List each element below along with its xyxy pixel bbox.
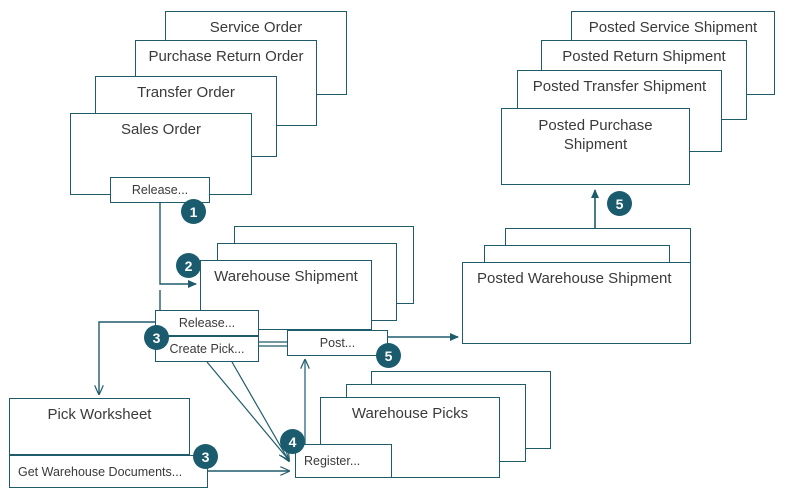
- node-posted-purchase-shipment[interactable]: Posted Purchase Shipment: [501, 108, 690, 185]
- get-warehouse-documents-button[interactable]: Get Warehouse Documents...: [9, 455, 208, 488]
- node-posted-warehouse-shipment[interactable]: Posted Warehouse Shipment: [462, 262, 691, 344]
- step-badge-3-get-warehouse-documents: 3: [193, 444, 218, 469]
- step-badge-4-register: 4: [280, 429, 305, 454]
- step-badge-3-create-pick: 3: [144, 325, 169, 350]
- release-shipment-button[interactable]: Release...: [155, 310, 259, 336]
- step-badge-2-warehouse-shipment: 2: [176, 253, 201, 278]
- step-badge-5-posted-shipment: 5: [607, 191, 632, 216]
- connector-create-pick-to-register: [206, 361, 288, 459]
- step-badge-5-post-shipment: 5: [376, 343, 401, 368]
- node-pick-worksheet[interactable]: Pick Worksheet: [9, 398, 190, 455]
- process-flow-diagram: Service Order Purchase Return Order Tran…: [0, 0, 786, 501]
- step-badge-1-release-order: 1: [181, 199, 206, 224]
- register-pick-button[interactable]: Register...: [295, 444, 392, 478]
- post-shipment-button[interactable]: Post...: [287, 330, 388, 356]
- create-pick-button[interactable]: Create Pick...: [155, 336, 259, 362]
